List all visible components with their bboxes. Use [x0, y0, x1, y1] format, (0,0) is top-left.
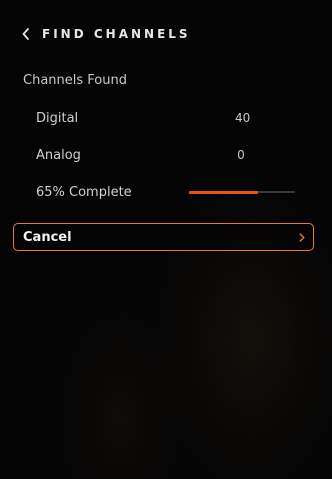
cancel-label: Cancel [23, 229, 72, 245]
cancel-button[interactable]: Cancel [13, 223, 314, 251]
digital-count: 40 [235, 111, 251, 125]
analog-label: Analog [36, 147, 81, 163]
progress-bar [189, 190, 295, 194]
digital-label: Digital [36, 110, 79, 126]
progress-bar-fill [189, 190, 258, 194]
header: FIND CHANNELS [22, 26, 191, 42]
analog-row: Analog 0 [36, 145, 296, 165]
digital-row: Digital 40 [36, 108, 296, 128]
channels-found-heading: Channels Found [23, 73, 127, 88]
chevron-left-icon[interactable] [22, 26, 36, 42]
progress-row: 65% Complete [36, 182, 296, 202]
progress-label: 65% Complete [36, 184, 132, 200]
page-title: FIND CHANNELS [42, 27, 191, 41]
analog-count: 0 [237, 148, 245, 162]
chevron-right-icon [299, 233, 305, 242]
